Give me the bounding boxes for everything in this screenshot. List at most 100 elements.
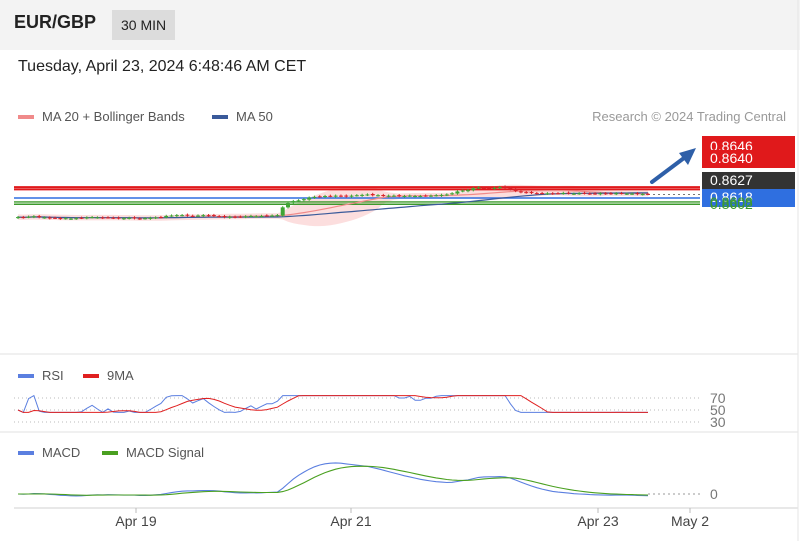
price-label-0.8602: 0.8602 <box>710 196 753 212</box>
candle-body <box>518 191 523 193</box>
candle-body <box>391 195 396 197</box>
candle-body <box>556 193 560 195</box>
candle-body <box>169 215 174 217</box>
macd-tick-0: 0 <box>710 486 718 502</box>
candle-body <box>16 217 20 219</box>
candle-body <box>418 196 423 198</box>
candle-body <box>370 194 375 196</box>
candle-body <box>349 195 354 197</box>
candle-body <box>42 217 47 219</box>
candle-body <box>386 195 391 197</box>
candle-body <box>307 197 312 200</box>
candle-body <box>74 218 79 220</box>
x-tick-label: Apr 23 <box>577 513 618 529</box>
candle-body <box>100 217 105 219</box>
candle-body <box>206 215 211 217</box>
candle-body <box>312 196 317 198</box>
candle-body <box>365 194 370 196</box>
candle-body <box>68 218 73 220</box>
candle-body <box>275 215 280 217</box>
candle-body <box>624 193 629 195</box>
candle-body <box>635 193 640 195</box>
candle-body <box>248 215 253 217</box>
candle-body <box>524 192 529 194</box>
chart-canvas[interactable]: 0.86460.86400.86270.86180.86080.8602 705… <box>0 0 800 541</box>
candle-body <box>270 215 275 217</box>
candle-body <box>439 194 444 196</box>
candle-body <box>143 218 148 220</box>
candle-body <box>534 193 539 195</box>
macd-signal-line <box>18 465 649 496</box>
candle-body <box>354 195 359 197</box>
x-tick-label: Apr 21 <box>330 513 371 529</box>
candle-body <box>238 216 243 218</box>
candle-body <box>476 187 481 189</box>
candle-body <box>243 216 248 218</box>
candle-body <box>582 192 587 194</box>
candle-body <box>264 215 269 217</box>
candle-body <box>571 193 576 195</box>
candle-body <box>222 216 227 218</box>
candle-body <box>106 217 110 219</box>
candle-body <box>121 218 126 220</box>
candle-body <box>444 194 449 196</box>
candle-body <box>593 193 598 195</box>
candle-body <box>360 194 365 196</box>
candle-body <box>84 217 89 219</box>
candle-body <box>376 195 380 197</box>
candle-body <box>317 196 322 198</box>
candle-body <box>158 217 163 219</box>
macd-line <box>17 462 649 497</box>
candle-body <box>413 196 418 198</box>
candle-body <box>344 195 349 197</box>
candle-body <box>481 187 486 189</box>
candle-body <box>90 217 95 219</box>
candle-body <box>211 215 216 217</box>
candle-body <box>148 217 153 219</box>
candle-body <box>428 195 433 197</box>
candle-body <box>598 193 603 195</box>
candle-body <box>132 217 137 219</box>
price-label-0.8627: 0.8627 <box>710 172 753 188</box>
candle-body <box>566 192 571 194</box>
candle-body <box>614 193 619 195</box>
candle-body <box>503 186 508 188</box>
candle-body <box>407 195 412 197</box>
candle-body <box>471 188 476 191</box>
candle-body <box>95 217 100 219</box>
candle-body <box>79 217 84 219</box>
candle-body <box>185 214 190 216</box>
candle-body <box>513 189 518 191</box>
candle-body <box>153 217 158 219</box>
candle-body <box>397 195 402 197</box>
candle-body <box>196 215 200 217</box>
candle-body <box>291 201 296 203</box>
candle-body <box>529 192 534 194</box>
candle-body <box>53 217 58 219</box>
candle-body <box>619 193 624 195</box>
candle-body <box>111 217 116 219</box>
candle-body <box>63 218 68 220</box>
candle-body <box>423 195 428 197</box>
candle-body <box>227 216 232 218</box>
candle-body <box>561 192 566 194</box>
candle-body <box>286 203 290 208</box>
x-tick-label: May 2 <box>671 513 709 529</box>
candle-body <box>201 215 206 217</box>
candle-body <box>455 191 460 194</box>
candle-body <box>646 193 650 195</box>
candle-body <box>630 193 635 195</box>
candle-body <box>460 190 465 192</box>
candle-body <box>254 216 259 218</box>
candle-body <box>127 217 132 219</box>
candle-body <box>37 216 42 218</box>
candle-body <box>381 195 386 197</box>
candle-body <box>174 215 179 217</box>
candle-body <box>487 187 492 189</box>
candle-body <box>603 193 608 195</box>
candle-body <box>116 217 121 219</box>
candle-body <box>333 195 338 197</box>
candle-body <box>402 196 407 198</box>
candle-body <box>497 187 502 189</box>
candle-body <box>338 195 343 197</box>
